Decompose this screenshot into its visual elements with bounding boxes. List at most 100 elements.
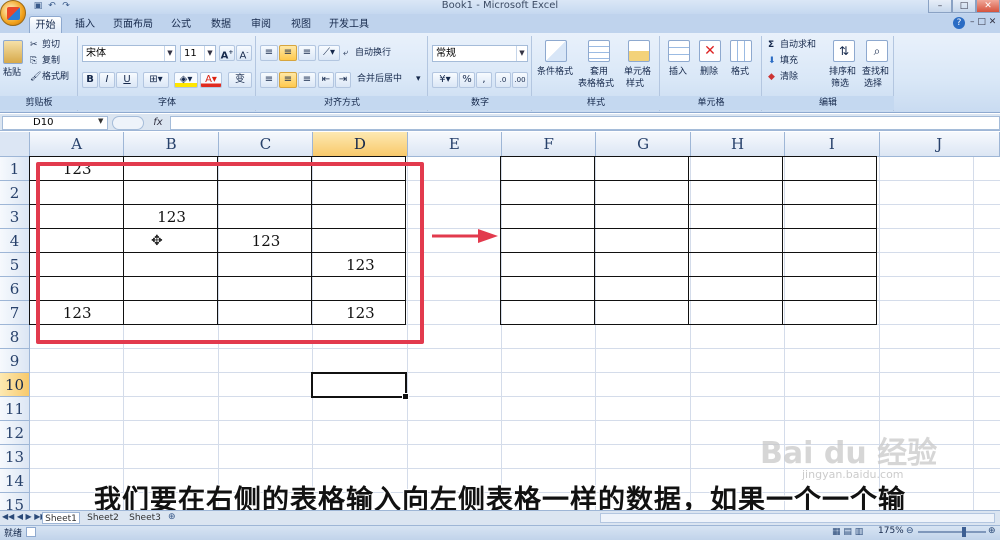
right-table-cell[interactable] (782, 252, 877, 277)
name-box[interactable]: D10 (2, 116, 108, 130)
format-cells-icon[interactable] (730, 40, 752, 62)
wrap-text-button[interactable]: 自动换行 (355, 48, 391, 59)
format-as-table-line1[interactable]: 套用 (590, 67, 608, 78)
align-right-icon[interactable]: ≡ (298, 72, 316, 88)
scissors-icon[interactable]: ✂ (30, 40, 38, 51)
align-top-icon[interactable]: ≡ (260, 45, 278, 61)
cell-styles-icon[interactable] (628, 40, 650, 62)
conditional-format-button[interactable]: 条件格式 (537, 67, 573, 78)
copy-icon[interactable]: ⎘ (30, 56, 37, 67)
row-header-12[interactable]: 12 (0, 421, 30, 445)
right-table-cell[interactable] (688, 204, 783, 229)
minimize-button[interactable]: – (928, 0, 952, 13)
increase-decimal-icon[interactable]: .0 (495, 72, 511, 88)
right-table-cell[interactable] (782, 276, 877, 301)
fill-color-icon[interactable]: ◈▾ (174, 72, 198, 88)
macro-record-icon[interactable] (26, 527, 36, 537)
sort-filter-icon[interactable]: ⇅ (833, 40, 855, 62)
zoom-slider-thumb[interactable] (962, 527, 966, 537)
format-painter-button[interactable]: 格式刷 (42, 72, 69, 83)
row-header-13[interactable]: 13 (0, 445, 30, 469)
autosum-button[interactable]: 自动求和 (780, 40, 816, 51)
tab-data[interactable]: 数据 (206, 16, 236, 33)
right-table-cell[interactable] (594, 228, 689, 253)
insert-cells-button[interactable]: 插入 (669, 67, 687, 78)
sheet-nav-arrows-icon[interactable]: ◀◀ ◀ ▶ ▶▶ (2, 512, 47, 521)
sheet-tab-2[interactable]: Sheet2 (84, 512, 122, 524)
right-table-cell[interactable] (500, 300, 595, 325)
format-as-table-line2[interactable]: 表格格式 (578, 79, 614, 90)
paste-icon[interactable] (3, 40, 23, 64)
right-table-cell[interactable] (782, 180, 877, 205)
tab-review[interactable]: 审阅 (246, 16, 276, 33)
sort-filter-line2[interactable]: 筛选 (831, 79, 849, 90)
font-name-select[interactable]: 宋体 ▼ (82, 45, 176, 62)
fill-button[interactable]: 填充 (780, 56, 798, 67)
sheet-tab-3[interactable]: Sheet3 (126, 512, 164, 524)
find-select-line2[interactable]: 选择 (864, 79, 882, 90)
zoom-in-icon[interactable]: ⊕ (988, 526, 996, 536)
row-header-4[interactable]: 4 (0, 229, 30, 253)
zoom-level[interactable]: 175% (878, 526, 904, 536)
right-table-cell[interactable] (688, 228, 783, 253)
bold-button[interactable]: B (82, 72, 98, 88)
active-cell-d10[interactable] (311, 372, 409, 400)
row-header-10[interactable]: 10 (0, 373, 30, 397)
decrease-indent-icon[interactable]: ⇤ (318, 72, 334, 88)
column-header-j[interactable]: J (879, 132, 1000, 157)
right-table-cell[interactable] (500, 228, 595, 253)
percent-button[interactable]: % (459, 72, 475, 88)
right-table-cell[interactable] (782, 300, 877, 325)
align-center-icon[interactable]: ≡ (279, 72, 297, 88)
right-table-cell[interactable] (500, 276, 595, 301)
row-header-9[interactable]: 9 (0, 349, 30, 373)
view-buttons-icon[interactable]: ▦ ▤ ▥ (832, 527, 863, 537)
shrink-font-button[interactable]: A- (236, 45, 252, 61)
format-as-table-icon[interactable] (588, 40, 610, 62)
right-table-cell[interactable] (688, 276, 783, 301)
column-header-h[interactable]: H (690, 132, 786, 157)
row-header-5[interactable]: 5 (0, 253, 30, 277)
delete-cells-icon[interactable]: ✕ (699, 40, 721, 62)
insert-function-button[interactable]: fx (148, 116, 168, 130)
merge-center-button[interactable]: 合并后居中 (357, 74, 402, 85)
column-header-b[interactable]: B (124, 132, 219, 157)
new-sheet-icon[interactable]: ⊕ (168, 512, 176, 522)
row-header-8[interactable]: 8 (0, 325, 30, 349)
right-table-cell[interactable] (500, 180, 595, 205)
column-header-a[interactable]: A (30, 132, 125, 157)
right-table-cell[interactable] (688, 300, 783, 325)
currency-icon[interactable]: ¥▾ (432, 72, 458, 88)
right-table-cell[interactable] (500, 252, 595, 277)
column-header-f[interactable]: F (502, 132, 597, 157)
conditional-format-icon[interactable] (545, 40, 567, 62)
right-table-cell[interactable] (594, 204, 689, 229)
clear-button[interactable]: 清除 (780, 72, 798, 83)
right-table-cell[interactable] (688, 156, 783, 181)
column-header-g[interactable]: G (596, 132, 691, 157)
row-header-6[interactable]: 6 (0, 277, 30, 301)
number-format-select[interactable]: 常规 ▼ (432, 45, 528, 62)
right-table-cell[interactable] (594, 300, 689, 325)
right-table-cell[interactable] (782, 204, 877, 229)
comma-style-icon[interactable]: , (476, 72, 492, 88)
tab-formulas[interactable]: 公式 (166, 16, 196, 33)
zoom-out-icon[interactable]: ⊖ (906, 526, 914, 536)
sort-filter-line1[interactable]: 排序和 (829, 67, 856, 78)
copy-button[interactable]: 复制 (42, 56, 60, 67)
increase-indent-icon[interactable]: ⇥ (335, 72, 351, 88)
column-header-i[interactable]: I (785, 132, 880, 157)
close-button[interactable]: ✕ (976, 0, 1000, 13)
column-header-c[interactable]: C (218, 132, 314, 157)
italic-button[interactable]: I (99, 72, 115, 88)
right-table-cell[interactable] (500, 204, 595, 229)
tab-developer[interactable]: 开发工具 (326, 16, 372, 33)
font-color-icon[interactable]: A▾ (200, 72, 222, 88)
underline-button[interactable]: U (116, 72, 138, 88)
tab-view[interactable]: 视图 (286, 16, 316, 33)
row-header-3[interactable]: 3 (0, 205, 30, 229)
zoom-slider[interactable] (918, 531, 986, 533)
row-header-1[interactable]: 1 (0, 157, 30, 181)
right-table-cell[interactable] (594, 276, 689, 301)
office-button[interactable] (0, 0, 26, 26)
